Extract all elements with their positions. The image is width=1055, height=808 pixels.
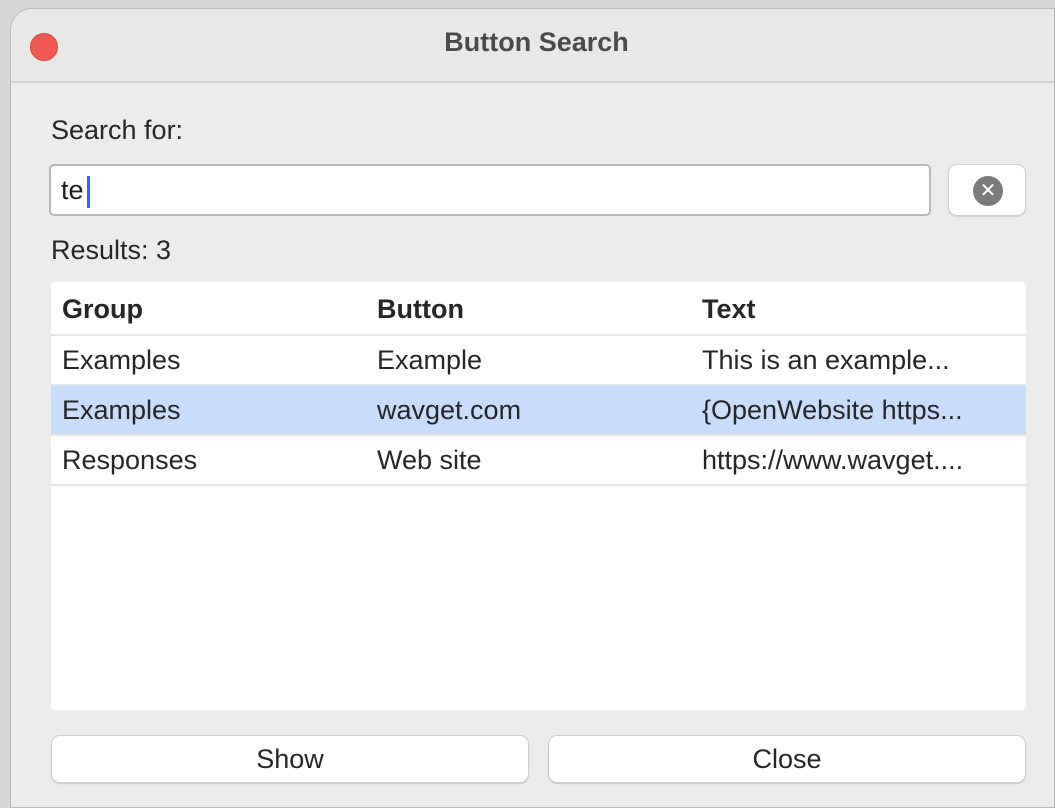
- search-label: Search for:: [51, 115, 184, 145]
- clear-search-button[interactable]: ✕: [948, 164, 1026, 216]
- table-row[interactable]: Examples Example This is an example...: [51, 336, 1026, 386]
- cell-text: https://www.wavget....: [702, 445, 964, 475]
- table-header-row: Group Button Text: [51, 282, 1026, 336]
- table-row[interactable]: Responses Web site https://www.wavget...…: [51, 436, 1026, 486]
- button-search-window: Button Search Search for: ✕ Results: 3 G…: [10, 8, 1055, 808]
- cell-button: wavget.com: [377, 395, 522, 425]
- results-count: Results: 3: [51, 235, 172, 265]
- results-table[interactable]: Group Button Text Examples Example This …: [51, 282, 1026, 710]
- column-header-button[interactable]: Button: [377, 282, 687, 336]
- cell-group: Responses: [62, 445, 198, 475]
- title-bar[interactable]: Button Search: [11, 9, 1054, 83]
- close-button[interactable]: Close: [548, 735, 1026, 783]
- table-row-selected[interactable]: Examples wavget.com {OpenWebsite https..…: [51, 386, 1026, 436]
- cell-button: Example: [377, 345, 483, 375]
- clear-icon: ✕: [973, 176, 1003, 206]
- cell-button: Web site: [377, 445, 482, 475]
- cell-group: Examples: [62, 345, 181, 375]
- search-input[interactable]: [49, 164, 931, 216]
- show-button[interactable]: Show: [51, 735, 529, 783]
- column-header-group[interactable]: Group: [62, 282, 362, 336]
- column-header-text[interactable]: Text: [702, 282, 1022, 336]
- window-title: Button Search: [444, 27, 629, 57]
- cell-text: This is an example...: [702, 345, 950, 375]
- cell-text: {OpenWebsite https...: [702, 395, 963, 425]
- cell-group: Examples: [62, 395, 181, 425]
- text-caret: [87, 176, 90, 208]
